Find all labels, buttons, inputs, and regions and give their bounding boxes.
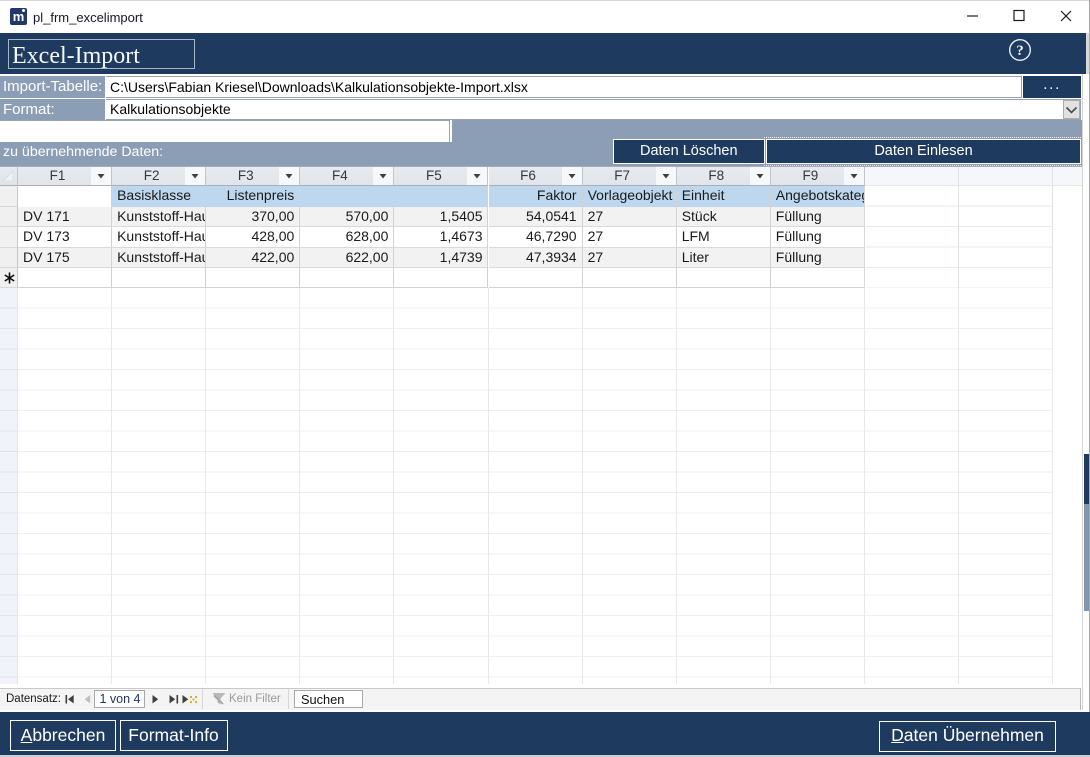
svg-text:?: ? bbox=[1016, 43, 1024, 59]
